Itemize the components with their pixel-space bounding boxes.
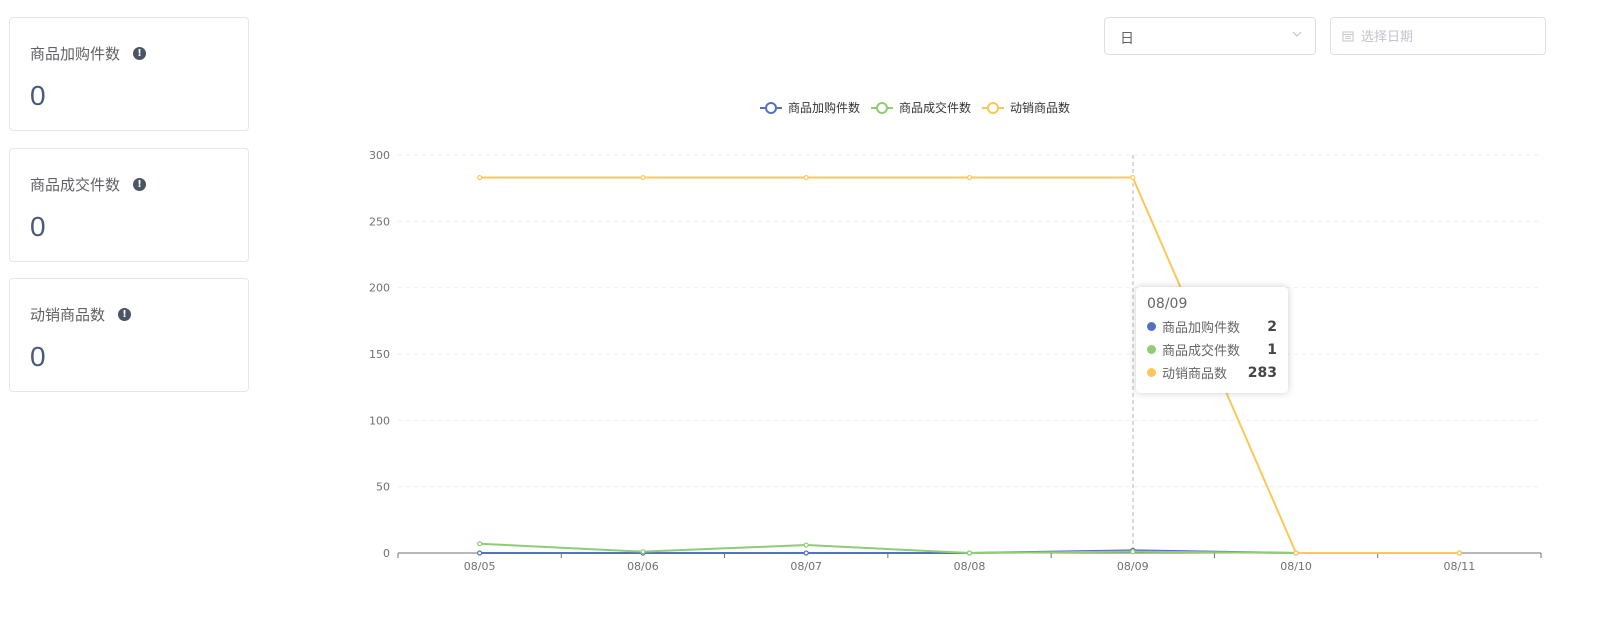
y-tick-label: 250 (369, 215, 390, 228)
chart-legend[interactable]: 商品加购件数 商品成交件数 动销商品数 (760, 100, 1070, 115)
x-tick-label: 08/06 (627, 560, 659, 573)
series-point[interactable] (1130, 174, 1136, 181)
series-point[interactable] (477, 174, 483, 181)
series-point[interactable] (1130, 549, 1136, 555)
x-tick-label: 08/10 (1280, 560, 1312, 573)
x-tick-label: 08/07 (790, 560, 822, 573)
series-point[interactable] (477, 550, 483, 556)
legend-item[interactable]: 商品成交件数 (871, 100, 971, 115)
series-point[interactable] (477, 541, 483, 547)
tooltip-series-value: 1 (1267, 341, 1277, 358)
series-line (479, 176, 1460, 554)
y-tick-label: 200 (369, 282, 390, 295)
legend-circle-icon (876, 102, 888, 114)
tooltip-series-name: 动销商品数 (1162, 367, 1228, 382)
tooltip-row: 动销商品数 283 (1147, 361, 1277, 384)
chart-axes: 0 50 100 150 200 250 300 08/05 08/06 08/07 08/08 08… (369, 149, 1542, 573)
tooltip-dot (1147, 322, 1156, 331)
tooltip-dot (1147, 345, 1156, 354)
legend-label: 动销商品数 (1010, 100, 1070, 115)
tooltip-series-name: 商品成交件数 (1162, 344, 1241, 359)
series-point[interactable] (1456, 550, 1462, 556)
y-tick-label: 150 (369, 348, 390, 361)
legend-circle-icon (987, 102, 999, 114)
series-point[interactable] (803, 542, 809, 548)
series-point[interactable] (966, 550, 973, 556)
tooltip-dot (1147, 368, 1156, 377)
series-point[interactable] (803, 174, 809, 181)
chart-grid (398, 154, 1541, 488)
y-tick-label: 0 (383, 547, 390, 560)
y-tick-label: 300 (369, 149, 390, 162)
x-tick-label: 08/05 (464, 560, 496, 573)
legend-item[interactable]: 商品加购件数 (760, 100, 860, 115)
tooltip-title: 08/09 (1147, 296, 1188, 312)
legend-label: 商品加购件数 (788, 100, 860, 115)
series-point[interactable] (640, 549, 646, 555)
line-chart: 0 50 100 150 200 250 300 08/05 08/06 08/07 08/08 08… (369, 100, 1542, 573)
legend-label: 商品成交件数 (899, 100, 971, 115)
x-tick-label: 08/11 (1444, 560, 1476, 573)
tooltip-series-value: 2 (1267, 318, 1277, 335)
chart-tooltip: 08/09 商品加购件数 2 商品成交件数 1 动销商品数 283 (1136, 287, 1288, 393)
y-tick-label: 50 (376, 481, 390, 494)
series-point[interactable] (640, 174, 646, 181)
tooltip-series-value: 283 (1247, 364, 1277, 381)
series-point[interactable] (1293, 550, 1299, 556)
x-tick-label: 08/09 (1117, 560, 1149, 573)
x-tick-label: 08/08 (954, 560, 986, 573)
tooltip-series-name: 商品加购件数 (1162, 321, 1241, 336)
series-point[interactable] (803, 550, 809, 556)
tooltip-row: 商品成交件数 1 (1147, 338, 1277, 361)
legend-item[interactable]: 动销商品数 (982, 100, 1070, 115)
chart-series (477, 174, 1462, 556)
tooltip-row: 商品加购件数 2 (1147, 315, 1277, 338)
series-point[interactable] (966, 174, 973, 181)
legend-circle-icon (765, 102, 777, 114)
y-tick-label: 100 (369, 414, 390, 427)
